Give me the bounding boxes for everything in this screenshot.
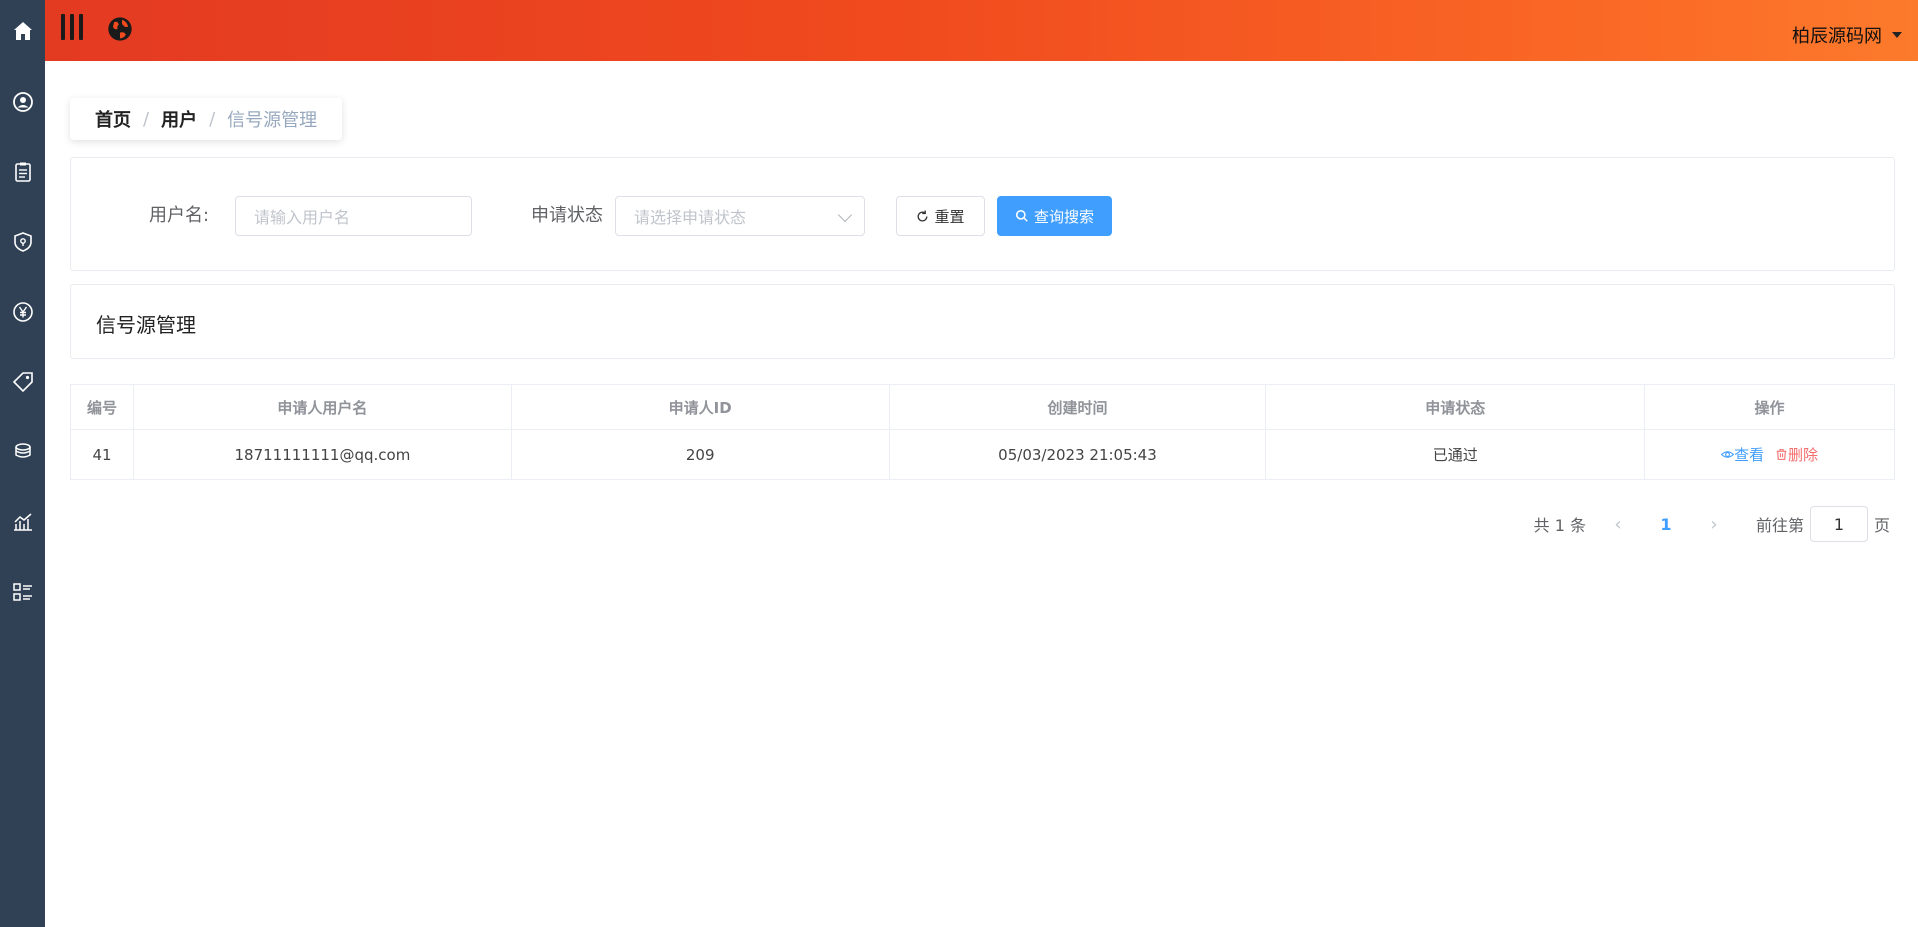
pagination: 共 1 条 ‹ 1 › 前往第 1 页 [1534,506,1890,542]
column-header: 申请人用户名 [132,384,512,430]
cell-status: 已通过 [1265,429,1646,480]
cell-id: 41 [70,429,134,480]
column-header: 申请人ID [510,384,890,430]
reset-label: 重置 [934,207,965,226]
column-header: 操作 [1644,384,1895,430]
search-button[interactable]: 查询搜索 [997,196,1112,236]
user-circle-icon[interactable] [0,82,45,122]
breadcrumb-separator: / [143,108,150,130]
data-table: 编号 申请人用户名 申请人ID 创建时间 申请状态 操作 41 18711111… [70,384,1895,480]
user-name: 柏辰源码网 [1792,26,1882,47]
hamburger-icon[interactable] [59,14,85,44]
username-placeholder: 请输入用户名 [254,208,351,227]
caret-down-icon [1892,32,1902,38]
coins-icon[interactable] [0,432,45,472]
title-panel: 信号源管理 [70,284,1895,359]
home-icon[interactable] [0,11,45,51]
goto-prefix: 前往第 [1755,516,1804,535]
breadcrumb: 首页 / 用户 / 信号源管理 [70,98,343,140]
tag-icon[interactable] [0,362,45,402]
column-header: 申请状态 [1265,384,1646,430]
goto-page-input[interactable]: 1 [1809,506,1868,542]
column-header: 创建时间 [888,384,1267,430]
table-row: 41 18711111111@qq.com 209 05/03/2023 21:… [70,429,1895,480]
globe-icon[interactable] [106,15,134,43]
breadcrumb-separator: / [209,108,216,130]
chevron-down-icon [837,207,853,223]
breadcrumb-current: 信号源管理 [227,110,318,131]
sidebar [0,0,45,927]
shield-icon[interactable] [0,222,45,262]
clipboard-icon[interactable] [0,152,45,192]
list-icon[interactable] [0,572,45,612]
chevron-left-icon[interactable]: ‹ [1594,514,1642,535]
view-label: 查看 [1734,446,1765,464]
trash-icon [1776,449,1787,460]
breadcrumb-home[interactable]: 首页 [95,106,131,132]
search-icon [1015,209,1028,222]
refresh-icon [918,210,928,221]
username-input[interactable]: 请输入用户名 [235,196,472,236]
cell-user-id: 209 [510,429,890,480]
goto-suffix: 页 [1873,516,1890,535]
delete-button[interactable]: 删除 [1775,446,1818,464]
table-header-row: 编号 申请人用户名 申请人ID 创建时间 申请状态 操作 [70,384,1895,430]
page-title: 信号源管理 [96,313,196,337]
topbar: 柏辰源码网 [45,0,1918,61]
cell-actions: 查看 删除 [1644,429,1895,480]
cell-username: 18711111111@qq.com [132,429,512,480]
status-placeholder: 请选择申请状态 [634,208,747,227]
delete-label: 删除 [1787,446,1818,464]
eye-icon [1720,451,1735,458]
user-menu[interactable]: 柏辰源码网 [1792,22,1902,48]
search-panel: 用户名: 请输入用户名 申请状态 请选择申请状态 重置 查询搜索 [70,157,1895,271]
view-button[interactable]: 查看 [1720,446,1769,464]
yen-icon[interactable] [0,292,45,332]
status-label: 申请状态 [531,205,603,226]
page-number[interactable]: 1 [1642,515,1690,534]
search-label: 查询搜索 [1033,207,1094,226]
column-header: 编号 [70,384,134,430]
chevron-right-icon[interactable]: › [1690,514,1738,535]
reset-button[interactable]: 重置 [896,196,985,236]
chart-icon[interactable] [0,502,45,542]
status-select[interactable]: 请选择申请状态 [615,196,865,236]
cell-created: 05/03/2023 21:05:43 [888,429,1267,480]
username-label: 用户名: [149,205,210,226]
pagination-total: 共 1 条 [1533,516,1586,535]
breadcrumb-user[interactable]: 用户 [161,106,197,132]
